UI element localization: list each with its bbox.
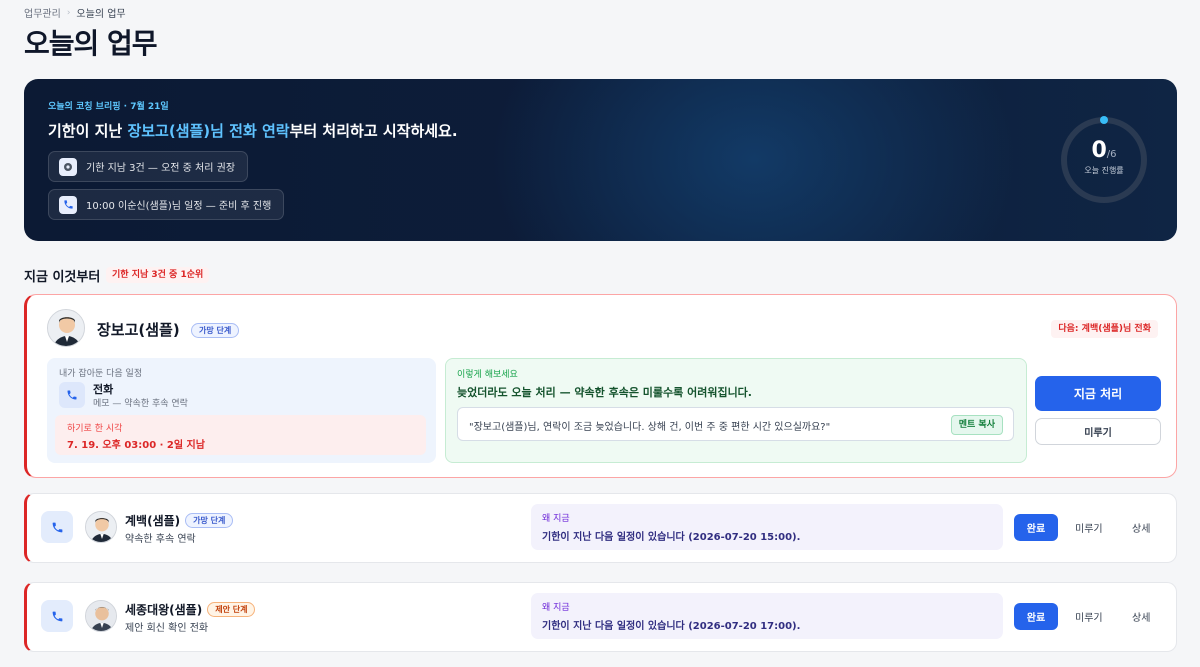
focus-customer-name: 장보고(샘플) 가망 단계 [97, 319, 240, 340]
next-task-badge[interactable]: 다음: 계백(샘플)님 전화 [1051, 320, 1158, 338]
stage-badge: 가망 단계 [190, 323, 240, 338]
promised-value: 7. 19. 오후 03:00 · 2일 지남 [67, 440, 205, 451]
briefing-eyebrow: 오늘의 코칭 브리핑 · 7월 21일 [48, 102, 169, 112]
phone-icon [41, 600, 73, 632]
task-row[interactable]: 계백(샘플) 가망 단계 약속한 후속 연락 왜 지금 기한이 지난 다음 일정… [24, 493, 1177, 563]
schedule-memo: 메모 — 약속한 후속 연락 [93, 399, 188, 409]
schedule-type: 전화 [93, 383, 114, 396]
promised-caption: 하기로 한 시각 [67, 424, 123, 434]
coaching-tip-panel: 이렇게 해보세요 늦었더라도 오늘 처리 — 약속한 후속은 미룰수록 어려워집… [445, 358, 1027, 463]
phone-icon [59, 382, 85, 408]
avatar [85, 600, 117, 632]
why-caption: 왜 지금 [542, 603, 570, 613]
tip-text: 늦었더라도 오늘 처리 — 약속한 후속은 미룰수록 어려워집니다. [457, 386, 752, 399]
breadcrumb-current: 오늘의 업무 [76, 9, 126, 20]
stage-badge: 가망 단계 [185, 513, 234, 528]
why-caption: 왜 지금 [542, 514, 570, 524]
detail-button[interactable]: 상세 [1132, 520, 1150, 535]
complete-button[interactable]: 완료 [1014, 603, 1058, 630]
breadcrumb-parent[interactable]: 업무관리 [24, 5, 61, 20]
tip-caption: 이렇게 해보세요 [457, 370, 518, 380]
postpone-button[interactable]: 미루기 [1075, 609, 1103, 624]
stage-badge: 제안 단계 [207, 602, 256, 617]
why-now-box: 왜 지금 기한이 지난 다음 일정이 있습니다 (2026-07-20 17:0… [531, 593, 1003, 639]
headline-post: 부터 처리하고 시작하세요. [289, 122, 458, 140]
page-title: 오늘의 업무 [24, 27, 158, 60]
phone-icon [59, 195, 77, 214]
chip-text: 10:00 이순신(샘플)님 일정 — 준비 후 진행 [86, 201, 272, 212]
schedule-caption: 내가 잡아둔 다음 일정 [59, 369, 143, 379]
section-title: 지금 이것부터 [24, 270, 101, 285]
postpone-button[interactable]: 미루기 [1075, 520, 1103, 535]
postpone-button[interactable]: 미루기 [1035, 418, 1161, 445]
complete-button[interactable]: 완료 [1014, 514, 1058, 541]
breadcrumb-separator-icon: › [66, 7, 71, 18]
script-text: "장보고(샘플)님, 연락이 조금 늦었습니다. 상해 건, 이번 주 중 편한… [469, 422, 831, 433]
briefing-chip-overdue[interactable]: 기한 지남 3건 — 오전 중 처리 권장 [48, 151, 249, 182]
chip-text: 기한 지남 3건 — 오전 중 처리 권장 [86, 163, 236, 174]
customer-name: 세종대왕(샘플) [125, 603, 203, 617]
progress-done: 0 [1091, 138, 1107, 163]
detail-button[interactable]: 상세 [1132, 609, 1150, 624]
customer-name: 장보고(샘플) [97, 321, 180, 339]
headline-pre: 기한이 지난 [48, 122, 128, 140]
copy-script-button[interactable]: 멘트 복사 [950, 415, 1003, 435]
customer-name: 계백(샘플) [125, 514, 181, 528]
headline-highlight: 장보고(샘플)님 전화 연락 [127, 122, 290, 140]
why-text: 기한이 지난 다음 일정이 있습니다 (2026-07-20 17:00). [542, 621, 801, 632]
task-name: 계백(샘플) 가망 단계 [125, 512, 234, 529]
process-now-button[interactable]: 지금 처리 [1035, 376, 1161, 411]
phone-icon [41, 511, 73, 543]
progress-ring-start-dot [1100, 116, 1108, 124]
promised-time-box: 하기로 한 시각 7. 19. 오후 03:00 · 2일 지남 [55, 415, 426, 455]
progress-total: /6 [1106, 149, 1117, 160]
briefing-chip-schedule[interactable]: 10:00 이순신(샘플)님 일정 — 준비 후 진행 [48, 189, 285, 220]
why-text: 기한이 지난 다음 일정이 있습니다 (2026-07-20 15:00). [542, 532, 801, 543]
focus-task-card: 장보고(샘플) 가망 단계 다음: 계백(샘플)님 전화 내가 잡아둔 다음 일… [24, 294, 1177, 478]
progress-label: 오늘 진행률 [1084, 166, 1124, 175]
avatar [85, 511, 117, 543]
briefing-headline: 기한이 지난 장보고(샘플)님 전화 연락부터 처리하고 시작하세요. [48, 120, 458, 141]
breadcrumb: 업무관리 › 오늘의 업무 [24, 5, 126, 21]
progress-readout: 0/6 오늘 진행률 [1058, 139, 1150, 176]
task-desc: 제안 회신 확인 전화 [125, 623, 209, 634]
scheduled-next-panel: 내가 잡아둔 다음 일정 전화 메모 — 약속한 후속 연락 하기로 한 시각 … [47, 358, 436, 463]
avatar [47, 309, 85, 347]
task-desc: 약속한 후속 연락 [125, 534, 196, 545]
task-row[interactable]: 세종대왕(샘플) 제안 단계 제안 회신 확인 전화 왜 지금 기한이 지난 다… [24, 582, 1177, 652]
script-box: "장보고(샘플)님, 연락이 조금 늦었습니다. 상해 건, 이번 주 중 편한… [457, 407, 1014, 441]
alert-icon [59, 157, 77, 176]
why-now-box: 왜 지금 기한이 지난 다음 일정이 있습니다 (2026-07-20 15:0… [531, 504, 1003, 550]
section-priority-badge: 기한 지남 3건 중 1순위 [106, 267, 210, 283]
task-name: 세종대왕(샘플) 제안 단계 [125, 601, 256, 618]
coaching-briefing-banner: 오늘의 코칭 브리핑 · 7월 21일 기한이 지난 장보고(샘플)님 전화 연… [24, 79, 1177, 241]
